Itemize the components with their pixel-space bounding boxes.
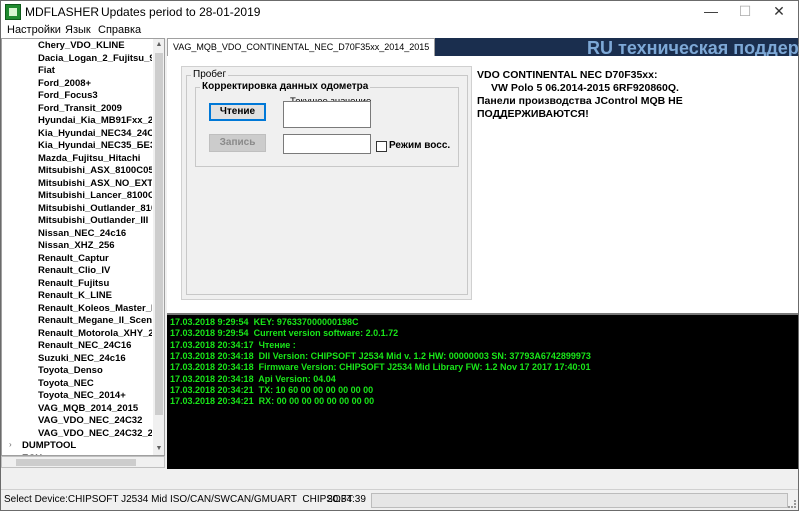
restore-mode-checkbox[interactable] xyxy=(376,141,387,152)
status-time: 20:34:39 xyxy=(327,494,366,505)
status-progress-area xyxy=(371,493,788,508)
read-button[interactable]: Чтение xyxy=(209,103,266,121)
device-tree[interactable]: ▲ ▼ Chery_VDO_KLINE Dacia_Logan_2_Fujitsu… xyxy=(1,38,165,456)
tree-item[interactable]: Renault_Clio_IV xyxy=(38,265,152,278)
odometer-panel: Пробег Корректировка данных одометра Чте… xyxy=(181,66,472,300)
tree-item[interactable]: Renault_Fujitsu xyxy=(38,278,152,291)
tree-item[interactable]: Renault_Koleos_Master_N xyxy=(38,303,152,316)
tree-item[interactable]: Renault_Megane_II_Scen xyxy=(38,315,152,328)
close-button[interactable]: ✕ xyxy=(762,1,796,23)
log-line: 17.03.2018 20:34:21 TX: 10 60 00 00 00 0… xyxy=(170,384,374,395)
app-icon xyxy=(5,4,21,20)
tree-item[interactable]: VAG_VDO_NEC_24C32 xyxy=(38,415,152,428)
scroll-down-icon[interactable]: ▼ xyxy=(153,443,164,455)
window-title: MDFLASHER xyxy=(25,5,100,19)
odometer-correction-group: Корректировка данных одометра Чтение Тек… xyxy=(195,81,459,167)
tree-item[interactable]: Nissan_XHZ_256 xyxy=(38,240,152,253)
tree-item[interactable]: Dacia_Logan_2_Fujitsu_9 xyxy=(38,53,152,66)
odometer-correction-title: Корректировка данных одометра xyxy=(200,81,371,92)
minimize-button[interactable]: — xyxy=(694,1,728,23)
tree-item[interactable]: VAG_VDO_NEC_24C32_201 xyxy=(38,428,152,441)
tree-item[interactable]: Mazda_Fujitsu_Hitachi xyxy=(38,153,152,166)
tree-group-item[interactable]: DUMPTOOL xyxy=(22,440,136,453)
tree-item[interactable]: Ford_Transit_2009 xyxy=(38,103,152,116)
tree-item[interactable]: Mitsubishi_Outlander_III xyxy=(38,215,152,228)
maximize-button[interactable]: ☐ xyxy=(728,1,762,23)
tree-item[interactable]: Mitsubishi_Outlander_810 xyxy=(38,203,152,216)
log-line: 17.03.2018 20:34:17 Чтение : xyxy=(170,339,296,350)
write-value-input[interactable] xyxy=(283,134,371,154)
lower-blank-area xyxy=(167,469,798,489)
tree-item[interactable]: Nissan_NEC_24c16 xyxy=(38,228,152,241)
log-line: 17.03.2018 20:34:18 Firmware Version: CH… xyxy=(170,362,591,373)
main-window: MDFLASHER Updates period to 28-01-2019 —… xyxy=(0,0,799,511)
log-line: 17.03.2018 9:29:54 KEY: 976337000000198C xyxy=(170,317,359,327)
tab-strip: RU техническая поддержка VAG_MQB_VDO_CON… xyxy=(167,38,799,58)
menu-settings[interactable]: Настройки xyxy=(7,24,61,36)
scroll-up-icon[interactable]: ▲ xyxy=(153,39,164,51)
expand-chevron-icon[interactable]: › xyxy=(9,440,12,449)
info-line-2: VW Polo 5 06.2014-2015 6RF920860Q. xyxy=(491,82,679,94)
tree-item[interactable]: Ford_2008+ xyxy=(38,78,152,91)
tree-horizontal-scrollbar[interactable] xyxy=(1,456,165,468)
write-button[interactable]: Запись xyxy=(209,134,266,152)
menu-language[interactable]: Язык xyxy=(65,24,91,36)
tree-item[interactable]: Ford_Focus3 xyxy=(38,90,152,103)
info-line-3: Панели производства JControl MQB НЕ ПОДД… xyxy=(477,95,683,120)
tree-item[interactable]: Mitsubishi_Lancer_8100C0 xyxy=(38,190,152,203)
tree-item[interactable]: VAG_MQB_2014_2015 xyxy=(38,403,152,416)
tab-content: Пробег Корректировка данных одометра Чте… xyxy=(167,56,798,313)
current-value-field[interactable] xyxy=(283,101,371,128)
tree-item[interactable]: Fiat xyxy=(38,65,152,78)
scroll-thumb[interactable] xyxy=(155,53,163,415)
title-bar[interactable]: MDFLASHER Updates period to 28-01-2019 —… xyxy=(1,1,798,23)
mileage-group: Пробег Корректировка данных одометра Чте… xyxy=(186,69,468,295)
tree-item[interactable]: Mitsubishi_ASX_8100C051 xyxy=(38,165,152,178)
tree-item[interactable]: Toyota_NEC xyxy=(38,378,152,391)
log-line: 17.03.2018 20:34:18 Api Version: 04.04 xyxy=(170,373,336,384)
menu-bar: Настройки Язык Справка xyxy=(1,23,798,38)
tree-item[interactable]: Hyundai_Kia_MB91Fxx_2 xyxy=(38,115,152,128)
tree-item[interactable]: Kia_Hyundai_NEC34_24C1 xyxy=(38,128,152,141)
tree-item[interactable]: Toyota_NEC_2014+ xyxy=(38,390,152,403)
tab-vag-mqb-vdo[interactable]: VAG_MQB_VDO_CONTINENTAL_NEC_D70F35xx_201… xyxy=(167,38,436,56)
updates-period: Updates period to 28-01-2019 xyxy=(101,5,261,19)
menu-help[interactable]: Справка xyxy=(98,24,141,36)
tree-item[interactable]: Toyota_Denso xyxy=(38,365,152,378)
horizontal-scroll-thumb[interactable] xyxy=(16,459,136,466)
info-line-1: VDO CONTINENTAL NEC D70F35xx: xyxy=(477,69,658,81)
restore-mode-label: Режим восс. xyxy=(389,140,451,151)
resize-grip-icon[interactable] xyxy=(788,500,796,508)
ecu-info: VDO CONTINENTAL NEC D70F35xx: VW Polo 5 … xyxy=(477,69,797,121)
tree-item[interactable]: Renault_Motorola_XHY_2 xyxy=(38,328,152,341)
mileage-group-title: Пробег xyxy=(191,69,229,80)
status-bar: Select Device:CHIPSOFT J2534 Mid ISO/CAN… xyxy=(1,489,798,510)
log-line: 17.03.2018 20:34:21 RX: 00 00 00 00 00 0… xyxy=(170,396,375,407)
tree-item[interactable]: Mitsubishi_ASX_NO_EXT xyxy=(38,178,152,191)
tree-item[interactable]: Renault_NEC_24C16 xyxy=(38,340,152,353)
tree-item[interactable]: Suzuki_NEC_24c16 xyxy=(38,353,152,366)
tree-vertical-scrollbar[interactable]: ▲ ▼ xyxy=(153,39,164,455)
log-line: 17.03.2018 20:34:18 Dll Version: CHIPSOF… xyxy=(170,350,591,361)
status-device: Select Device:CHIPSOFT J2534 Mid ISO/CAN… xyxy=(4,494,353,505)
log-line: 17.03.2018 9:29:54 Current version softw… xyxy=(170,328,399,339)
tree-item[interactable]: Renault_K_LINE xyxy=(38,290,152,303)
tree-item[interactable]: Chery_VDO_KLINE xyxy=(38,40,152,53)
log-console[interactable]: 17.03.2018 9:29:54 KEY: 976337000000198C… xyxy=(167,313,798,469)
tree-item[interactable]: Renault_Captur xyxy=(38,253,152,266)
tree-item[interactable]: Kia_Hyundai_NEC35_БЕЗ_ xyxy=(38,140,152,153)
